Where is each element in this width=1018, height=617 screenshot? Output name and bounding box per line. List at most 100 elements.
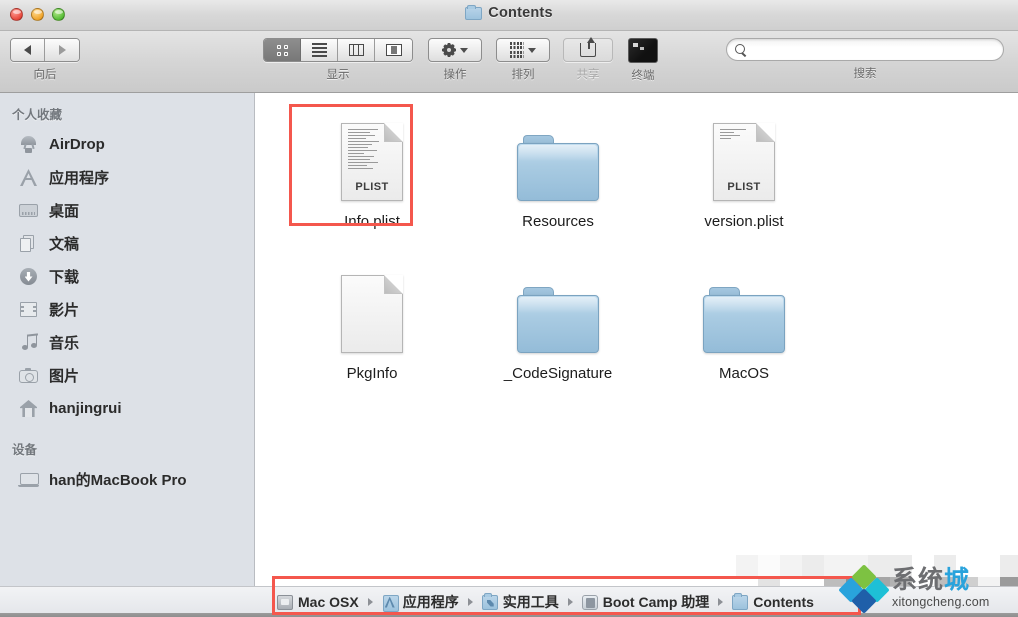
window-title-text: Contents bbox=[488, 5, 553, 21]
breadcrumb-label: Boot Camp 助理 bbox=[602, 594, 710, 610]
page-fold-corner bbox=[384, 275, 403, 294]
file-item-pkginfo[interactable]: PkgInfo bbox=[279, 253, 465, 405]
sidebar-section-favorites-heading: 个人收藏 bbox=[12, 108, 63, 122]
file-item-resources[interactable]: Resources bbox=[465, 101, 651, 253]
document-lines bbox=[720, 129, 754, 140]
forward-button[interactable] bbox=[45, 39, 79, 61]
file-icon-wrapper bbox=[703, 267, 785, 353]
sidebar-item-label: hanjingrui bbox=[49, 400, 122, 417]
folder-icon bbox=[517, 287, 599, 353]
file-item-codesignature[interactable]: _CodeSignature bbox=[465, 253, 651, 405]
file-item-version-plist[interactable]: PLIST version.plist bbox=[651, 101, 837, 253]
file-name: Resources bbox=[522, 213, 594, 230]
sidebar-item-home[interactable]: hanjingrui bbox=[0, 392, 254, 425]
back-button[interactable] bbox=[11, 39, 45, 61]
view-mode-segmented[interactable] bbox=[263, 38, 413, 62]
breadcrumb-label: Contents bbox=[753, 594, 814, 610]
folder-icon bbox=[517, 135, 599, 201]
sidebar-item-movies[interactable]: 影片 bbox=[0, 293, 254, 326]
watermark-chinese-text: 系统城 bbox=[892, 567, 990, 593]
action-button[interactable] bbox=[428, 38, 482, 62]
view-mode-label: 显示 bbox=[326, 69, 350, 81]
app-icon bbox=[581, 594, 598, 610]
search-input[interactable] bbox=[751, 42, 995, 57]
icon-view-button[interactable] bbox=[264, 39, 301, 61]
sidebar-item-applications[interactable]: 应用程序 bbox=[0, 161, 254, 194]
sidebar-item-documents[interactable]: 文稿 bbox=[0, 227, 254, 260]
laptop-icon bbox=[18, 469, 39, 490]
finder-window: Contents 向后 显示 操作 排列 共享 终端 搜索 个人收藏 AirDr… bbox=[0, 0, 1018, 617]
pictures-icon bbox=[18, 365, 39, 386]
breadcrumb-separator-icon bbox=[367, 598, 373, 606]
breadcrumb-applications[interactable]: 应用程序 bbox=[382, 592, 459, 612]
documents-icon bbox=[18, 233, 39, 254]
arrange-button[interactable] bbox=[496, 38, 550, 62]
terminal-icon[interactable] bbox=[628, 38, 658, 63]
music-icon bbox=[18, 332, 39, 353]
folder-icon bbox=[703, 287, 785, 353]
list-view-button[interactable] bbox=[301, 39, 338, 61]
chevron-right-icon bbox=[58, 45, 66, 55]
sidebar-item-label: 文稿 bbox=[49, 236, 80, 253]
watermark-domain: xitongcheng.com bbox=[892, 594, 990, 609]
search-icon bbox=[735, 44, 746, 55]
plist-file-icon: PLIST bbox=[713, 123, 775, 201]
sidebar-item-pictures[interactable]: 图片 bbox=[0, 359, 254, 392]
breadcrumb-separator-icon bbox=[718, 598, 724, 606]
file-list-content[interactable]: PLIST Info.plist Resources PLIST version… bbox=[255, 93, 1018, 586]
page-fold-corner bbox=[384, 123, 403, 142]
file-item-macos[interactable]: MacOS bbox=[651, 253, 837, 405]
applications-folder-icon bbox=[382, 594, 399, 612]
view-mode-group: 显示 bbox=[263, 38, 413, 82]
sidebar-item-macbook-pro[interactable]: han的MacBook Pro bbox=[0, 463, 254, 496]
chevron-left-icon bbox=[24, 45, 31, 55]
search-field[interactable] bbox=[726, 38, 1004, 61]
arrange-group: 排列 bbox=[496, 38, 550, 82]
sidebar-item-label: 音乐 bbox=[49, 335, 80, 352]
search-label: 搜索 bbox=[853, 68, 877, 80]
file-icon-wrapper: PLIST bbox=[713, 115, 775, 201]
file-icon-wrapper bbox=[341, 267, 403, 353]
sidebar-item-airdrop[interactable]: AirDrop bbox=[0, 128, 254, 161]
share-button[interactable] bbox=[563, 37, 613, 62]
action-group: 操作 bbox=[428, 38, 482, 82]
window-titlebar[interactable]: Contents bbox=[0, 0, 1018, 31]
desktop-icon bbox=[18, 200, 39, 221]
icon-grid: PLIST Info.plist Resources PLIST version… bbox=[279, 101, 1018, 405]
breadcrumb-contents[interactable]: Contents bbox=[732, 592, 814, 610]
page-fold-corner bbox=[756, 123, 775, 142]
coverflow-view-button[interactable] bbox=[375, 39, 412, 61]
terminal-label: 终端 bbox=[631, 70, 655, 82]
chevron-down-icon bbox=[528, 47, 536, 53]
list-icon bbox=[311, 43, 327, 57]
breadcrumb-label: Mac OSX bbox=[298, 594, 359, 610]
file-name: PkgInfo bbox=[346, 365, 398, 382]
sidebar-item-label: 应用程序 bbox=[49, 170, 110, 187]
file-kind-label: PLIST bbox=[355, 181, 389, 193]
downloads-icon bbox=[18, 266, 39, 287]
back-label: 向后 bbox=[33, 69, 57, 81]
breadcrumb-boot-camp-assistant[interactable]: Boot Camp 助理 bbox=[581, 592, 710, 612]
breadcrumb-utilities[interactable]: 实用工具 bbox=[481, 592, 559, 612]
arrange-label: 排列 bbox=[511, 69, 535, 81]
column-view-button[interactable] bbox=[338, 39, 375, 61]
file-item-info-plist[interactable]: PLIST Info.plist bbox=[279, 101, 465, 253]
back-forward-segmented[interactable] bbox=[10, 38, 80, 62]
sidebar-item-music[interactable]: 音乐 bbox=[0, 326, 254, 359]
disk-icon bbox=[277, 594, 293, 610]
breadcrumb-mac-osx[interactable]: Mac OSX bbox=[277, 594, 359, 610]
columns-icon bbox=[348, 44, 364, 56]
breadcrumb-separator-icon bbox=[467, 598, 473, 606]
file-name: version.plist bbox=[704, 213, 784, 230]
share-icon bbox=[580, 37, 596, 57]
document-file-icon bbox=[341, 275, 403, 353]
sidebar-item-downloads[interactable]: 下载 bbox=[0, 260, 254, 293]
file-name: _CodeSignature bbox=[503, 365, 613, 382]
movies-icon bbox=[18, 299, 39, 320]
applications-icon bbox=[18, 167, 39, 188]
watermark-logo: 系统城 xitongcheng.com bbox=[838, 563, 1012, 614]
window-title: Contents bbox=[0, 4, 1018, 24]
sidebar-item-desktop[interactable]: 桌面 bbox=[0, 194, 254, 227]
window-bottom-edge bbox=[0, 613, 1018, 617]
file-icon-wrapper: PLIST bbox=[341, 115, 403, 201]
